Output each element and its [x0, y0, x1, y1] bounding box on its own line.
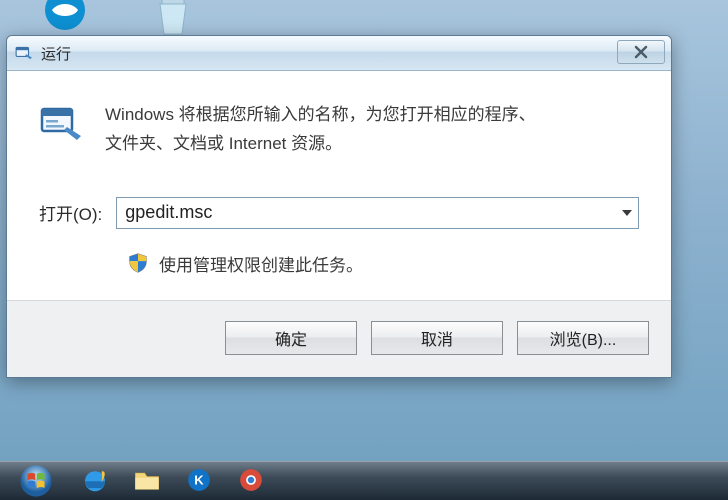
bird-icon [40, 0, 90, 38]
description-line: 文件夹、文档或 Internet 资源。 [105, 134, 342, 153]
dialog-title: 运行 [41, 43, 71, 64]
run-icon [39, 103, 83, 147]
dialog-description: Windows 将根据您所输入的名称，为您打开相应的程序、 文件夹、文档或 In… [105, 101, 536, 159]
cancel-button[interactable]: 取消 [371, 321, 503, 355]
dialog-body: Windows 将根据您所输入的名称，为您打开相应的程序、 文件夹、文档或 In… [7, 71, 671, 300]
app-icon [238, 467, 264, 493]
browse-button[interactable]: 浏览(B)... [517, 321, 649, 355]
recycle-bin-icon [148, 0, 198, 40]
taskbar-item-ie[interactable] [72, 464, 118, 496]
run-icon [15, 44, 33, 62]
command-combobox[interactable] [116, 197, 639, 229]
run-dialog: 运行 Windows 将根据您所输入的名称，为您打开相应的程序、 文件夹、文档或… [6, 35, 672, 378]
taskbar[interactable]: K [0, 461, 728, 500]
title-bar[interactable]: 运行 [7, 36, 671, 71]
chevron-down-icon [622, 210, 632, 216]
open-label: 打开(O): [39, 200, 102, 225]
taskbar-item[interactable] [228, 464, 274, 496]
svg-text:K: K [194, 472, 204, 487]
ok-button[interactable]: 确定 [225, 321, 357, 355]
dialog-footer: 确定 取消 浏览(B)... [7, 300, 671, 377]
internet-explorer-icon [80, 465, 110, 495]
dropdown-button[interactable] [616, 198, 638, 228]
windows-start-icon [19, 464, 53, 498]
folder-icon [133, 467, 161, 493]
command-input[interactable] [117, 199, 616, 227]
app-icon: K [186, 467, 212, 493]
shield-icon [127, 252, 149, 274]
start-button[interactable] [6, 464, 66, 498]
close-icon [634, 45, 648, 59]
close-button[interactable] [617, 40, 665, 64]
admin-note: 使用管理权限创建此任务。 [159, 251, 363, 276]
taskbar-item-explorer[interactable] [124, 464, 170, 496]
description-line: Windows 将根据您所输入的名称，为您打开相应的程序、 [105, 105, 536, 124]
taskbar-item[interactable]: K [176, 464, 222, 496]
